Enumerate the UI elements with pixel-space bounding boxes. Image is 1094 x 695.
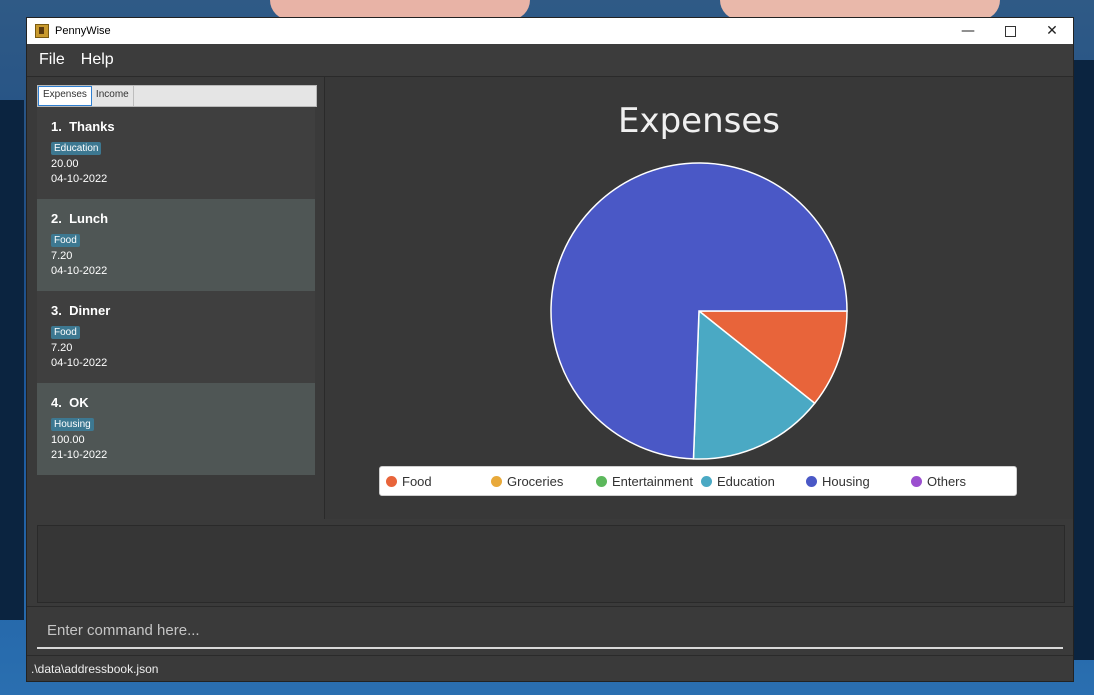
- category-tag: Housing: [51, 418, 94, 431]
- pie-chart-container: [549, 161, 849, 461]
- expense-list: 1. Thanks Education 20.00 04-10-2022 2. …: [37, 107, 315, 475]
- legend-item-education: Education: [695, 474, 800, 489]
- tab-expenses[interactable]: Expenses: [38, 86, 92, 106]
- entry-description: Thanks: [69, 119, 115, 134]
- entry-amount: 7.20: [51, 250, 73, 262]
- legend-dot-icon: [806, 475, 817, 487]
- entry-title: 1. Thanks: [51, 119, 301, 134]
- entry-index: 4.: [51, 395, 62, 410]
- entry-title: 4. OK: [51, 395, 301, 410]
- category-tag: Food: [51, 234, 80, 247]
- menu-file[interactable]: File: [39, 51, 65, 69]
- legend-label: Food: [402, 473, 432, 489]
- maximize-button[interactable]: [989, 18, 1031, 44]
- legend-item-groceries: Groceries: [485, 474, 590, 489]
- status-bar: .\data\addressbook.json: [27, 655, 1073, 681]
- entry-description: Lunch: [69, 211, 109, 226]
- entry-description: Dinner: [69, 303, 111, 318]
- list-item[interactable]: 1. Thanks Education 20.00 04-10-2022: [37, 107, 315, 199]
- result-display-area: [27, 519, 1073, 605]
- legend-label: Others: [927, 473, 967, 489]
- entry-description: OK: [69, 395, 89, 410]
- result-display: [37, 525, 1065, 603]
- list-item[interactable]: 3. Dinner Food 7.20 04-10-2022: [37, 291, 315, 383]
- legend-item-housing: Housing: [800, 474, 905, 489]
- legend-item-others: Others: [905, 474, 1010, 489]
- menu-bar: File Help: [27, 44, 1073, 77]
- legend-dot-icon: [701, 475, 712, 487]
- command-area: [27, 606, 1073, 655]
- title-bar: PennyWise — ✕: [27, 18, 1073, 44]
- legend-label: Entertainment: [612, 473, 693, 489]
- entry-amount: 20.00: [51, 158, 79, 170]
- entry-date: 21-10-2022: [51, 449, 108, 461]
- window-title: PennyWise: [55, 25, 111, 37]
- chart-panel: Expenses Food Groceries Entertainment Educa…: [325, 77, 1073, 519]
- minimize-button[interactable]: —: [947, 18, 989, 44]
- entry-date: 04-10-2022: [51, 173, 108, 185]
- entry-title: 2. Lunch: [51, 211, 301, 226]
- menu-help[interactable]: Help: [81, 51, 114, 69]
- legend-dot-icon: [596, 475, 607, 487]
- category-tag: Education: [51, 142, 102, 155]
- legend-item-entertainment: Entertainment: [590, 474, 695, 489]
- command-input[interactable]: [37, 613, 1063, 649]
- app-window: PennyWise — ✕ File Help Expenses Income …: [27, 18, 1073, 681]
- entry-amount: 100.00: [51, 434, 85, 446]
- close-button[interactable]: ✕: [1031, 18, 1073, 44]
- entry-amount: 7.20: [51, 342, 73, 354]
- tab-income[interactable]: Income: [92, 86, 134, 106]
- entry-date: 04-10-2022: [51, 357, 108, 369]
- transaction-list-panel: Expenses Income 1. Thanks Education 20.0…: [27, 77, 325, 519]
- entry-title: 3. Dinner: [51, 303, 301, 318]
- legend-label: Groceries: [507, 473, 564, 489]
- main-area: Expenses Income 1. Thanks Education 20.0…: [27, 77, 1073, 519]
- pie-chart: [550, 162, 848, 460]
- data-file-path: .\data\addressbook.json: [31, 662, 159, 676]
- entry-index: 3.: [51, 303, 62, 318]
- list-item[interactable]: 4. OK Housing 100.00 21-10-2022: [37, 383, 315, 475]
- app-icon: [35, 24, 49, 38]
- legend-dot-icon: [491, 475, 502, 487]
- legend-label: Housing: [822, 473, 870, 489]
- entry-index: 1.: [51, 119, 62, 134]
- chart-legend: Food Groceries Entertainment Education Housi…: [379, 466, 1017, 496]
- entry-index: 2.: [51, 211, 62, 226]
- tab-bar: Expenses Income: [37, 85, 317, 107]
- entry-date: 04-10-2022: [51, 265, 108, 277]
- chart-title: Expenses: [618, 101, 780, 141]
- legend-dot-icon: [911, 475, 922, 487]
- legend-dot-icon: [386, 475, 397, 487]
- category-tag: Food: [51, 326, 80, 339]
- maximize-icon: [1004, 25, 1016, 37]
- legend-item-food: Food: [380, 474, 485, 489]
- legend-label: Education: [717, 473, 775, 489]
- list-item[interactable]: 2. Lunch Food 7.20 04-10-2022: [37, 199, 315, 291]
